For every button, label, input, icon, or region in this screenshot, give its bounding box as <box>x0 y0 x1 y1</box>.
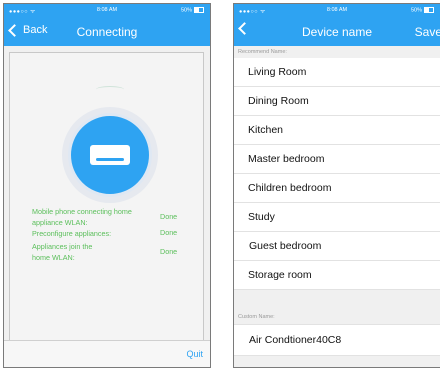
item-label: Kitchen <box>248 124 284 136</box>
battery-indicator: 50% <box>411 7 434 13</box>
list-item[interactable]: Living Room <box>234 58 440 87</box>
step-label: Preconfigure appliances: <box>32 229 112 238</box>
step-label: Mobile phone connecting home appliance W… <box>32 207 132 227</box>
list-item[interactable]: Guest bedroom <box>234 232 440 261</box>
custom-label: Custom Name: <box>238 314 275 320</box>
page-title: Device name <box>301 25 373 39</box>
list-item[interactable]: Storage room <box>234 261 440 290</box>
step-status: Done <box>160 228 178 237</box>
bottom-bar: Quit <box>4 340 210 367</box>
device-name-screen: ●●●○○ ᯤ 8:08 AM 50% Device name Save Rec… <box>233 3 440 368</box>
progress-arc <box>96 86 124 93</box>
item-label: Storage room <box>248 269 312 281</box>
status-bar: ●●●○○ ᯤ 8:08 AM 50% <box>234 4 440 16</box>
air-conditioner-icon <box>90 145 130 165</box>
custom-name-field[interactable]: Air Condtioner40C8 <box>234 324 440 356</box>
list-item[interactable]: Master bedroom <box>234 145 440 174</box>
item-label: Study <box>248 211 275 223</box>
item-label: Dining Room <box>248 95 309 107</box>
status-time: 8:08 AM <box>96 7 118 13</box>
step-label: Appliances join the home WLAN: <box>32 242 93 262</box>
recommended-list: Living Room Dining Room Kitchen Master b… <box>234 58 440 290</box>
quit-button[interactable]: Quit <box>186 349 203 359</box>
nav-bar: Device name Save <box>234 16 440 46</box>
connecting-screen: ●●●○○ ᯤ 8:08 AM 50% Back Connecting Mobi… <box>3 3 211 368</box>
battery-percent: 50% <box>180 7 192 14</box>
list-item[interactable]: Kitchen <box>234 116 440 145</box>
step-status: Done <box>160 247 178 256</box>
battery-icon <box>424 7 434 13</box>
device-ring <box>62 107 158 203</box>
status-bar: ●●●○○ ᯤ 8:08 AM 50% <box>4 4 210 16</box>
list-item[interactable]: Dining Room <box>234 87 440 116</box>
list-item[interactable]: Children bedroom <box>234 174 440 203</box>
page-title: Connecting <box>76 25 138 39</box>
item-label: Children bedroom <box>248 182 332 194</box>
battery-indicator: 50% <box>181 7 204 13</box>
battery-icon <box>194 7 204 13</box>
save-button[interactable]: Save <box>415 25 440 39</box>
step-status: Done <box>160 212 178 221</box>
nav-bar: Back Connecting <box>4 16 210 46</box>
device-circle <box>68 113 152 197</box>
battery-percent: 50% <box>410 7 422 14</box>
status-time: 8:08 AM <box>326 7 348 13</box>
progress-card: Mobile phone connecting home appliance W… <box>9 52 204 344</box>
list-item[interactable]: Study <box>234 203 440 232</box>
item-label: Guest bedroom <box>249 240 322 252</box>
custom-name-input[interactable]: Air Condtioner40C8 <box>249 334 341 346</box>
item-label: Master bedroom <box>248 153 325 165</box>
item-label: Living Room <box>248 66 307 78</box>
recommend-label: Recommend Name: <box>238 49 287 55</box>
